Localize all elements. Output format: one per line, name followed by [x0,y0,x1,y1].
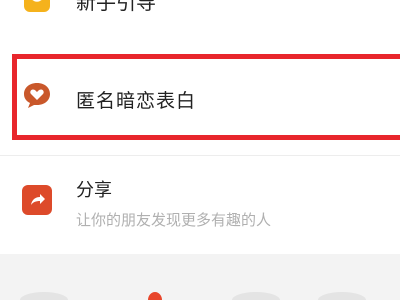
share-arrow-icon [22,185,52,215]
divider [0,155,400,156]
heart-chat-icon [22,80,52,110]
menu-item-share-subtitle: 让你的朋友发现更多有趣的人 [76,211,272,229]
menu-row-top[interactable]: 新手引导 [0,0,400,40]
yellow-app-icon [24,0,50,12]
highlight-box [12,54,400,140]
menu-item-anonymous-confession[interactable]: 匿名暗恋表白 [76,86,196,113]
settings-screen: 新手引导 匿名暗恋表白 分享 让你的朋友发现更多有趣的人 [0,0,400,300]
menu-row-top-label: 新手引导 [76,0,156,14]
menu-item-share[interactable]: 分享 [76,176,112,202]
